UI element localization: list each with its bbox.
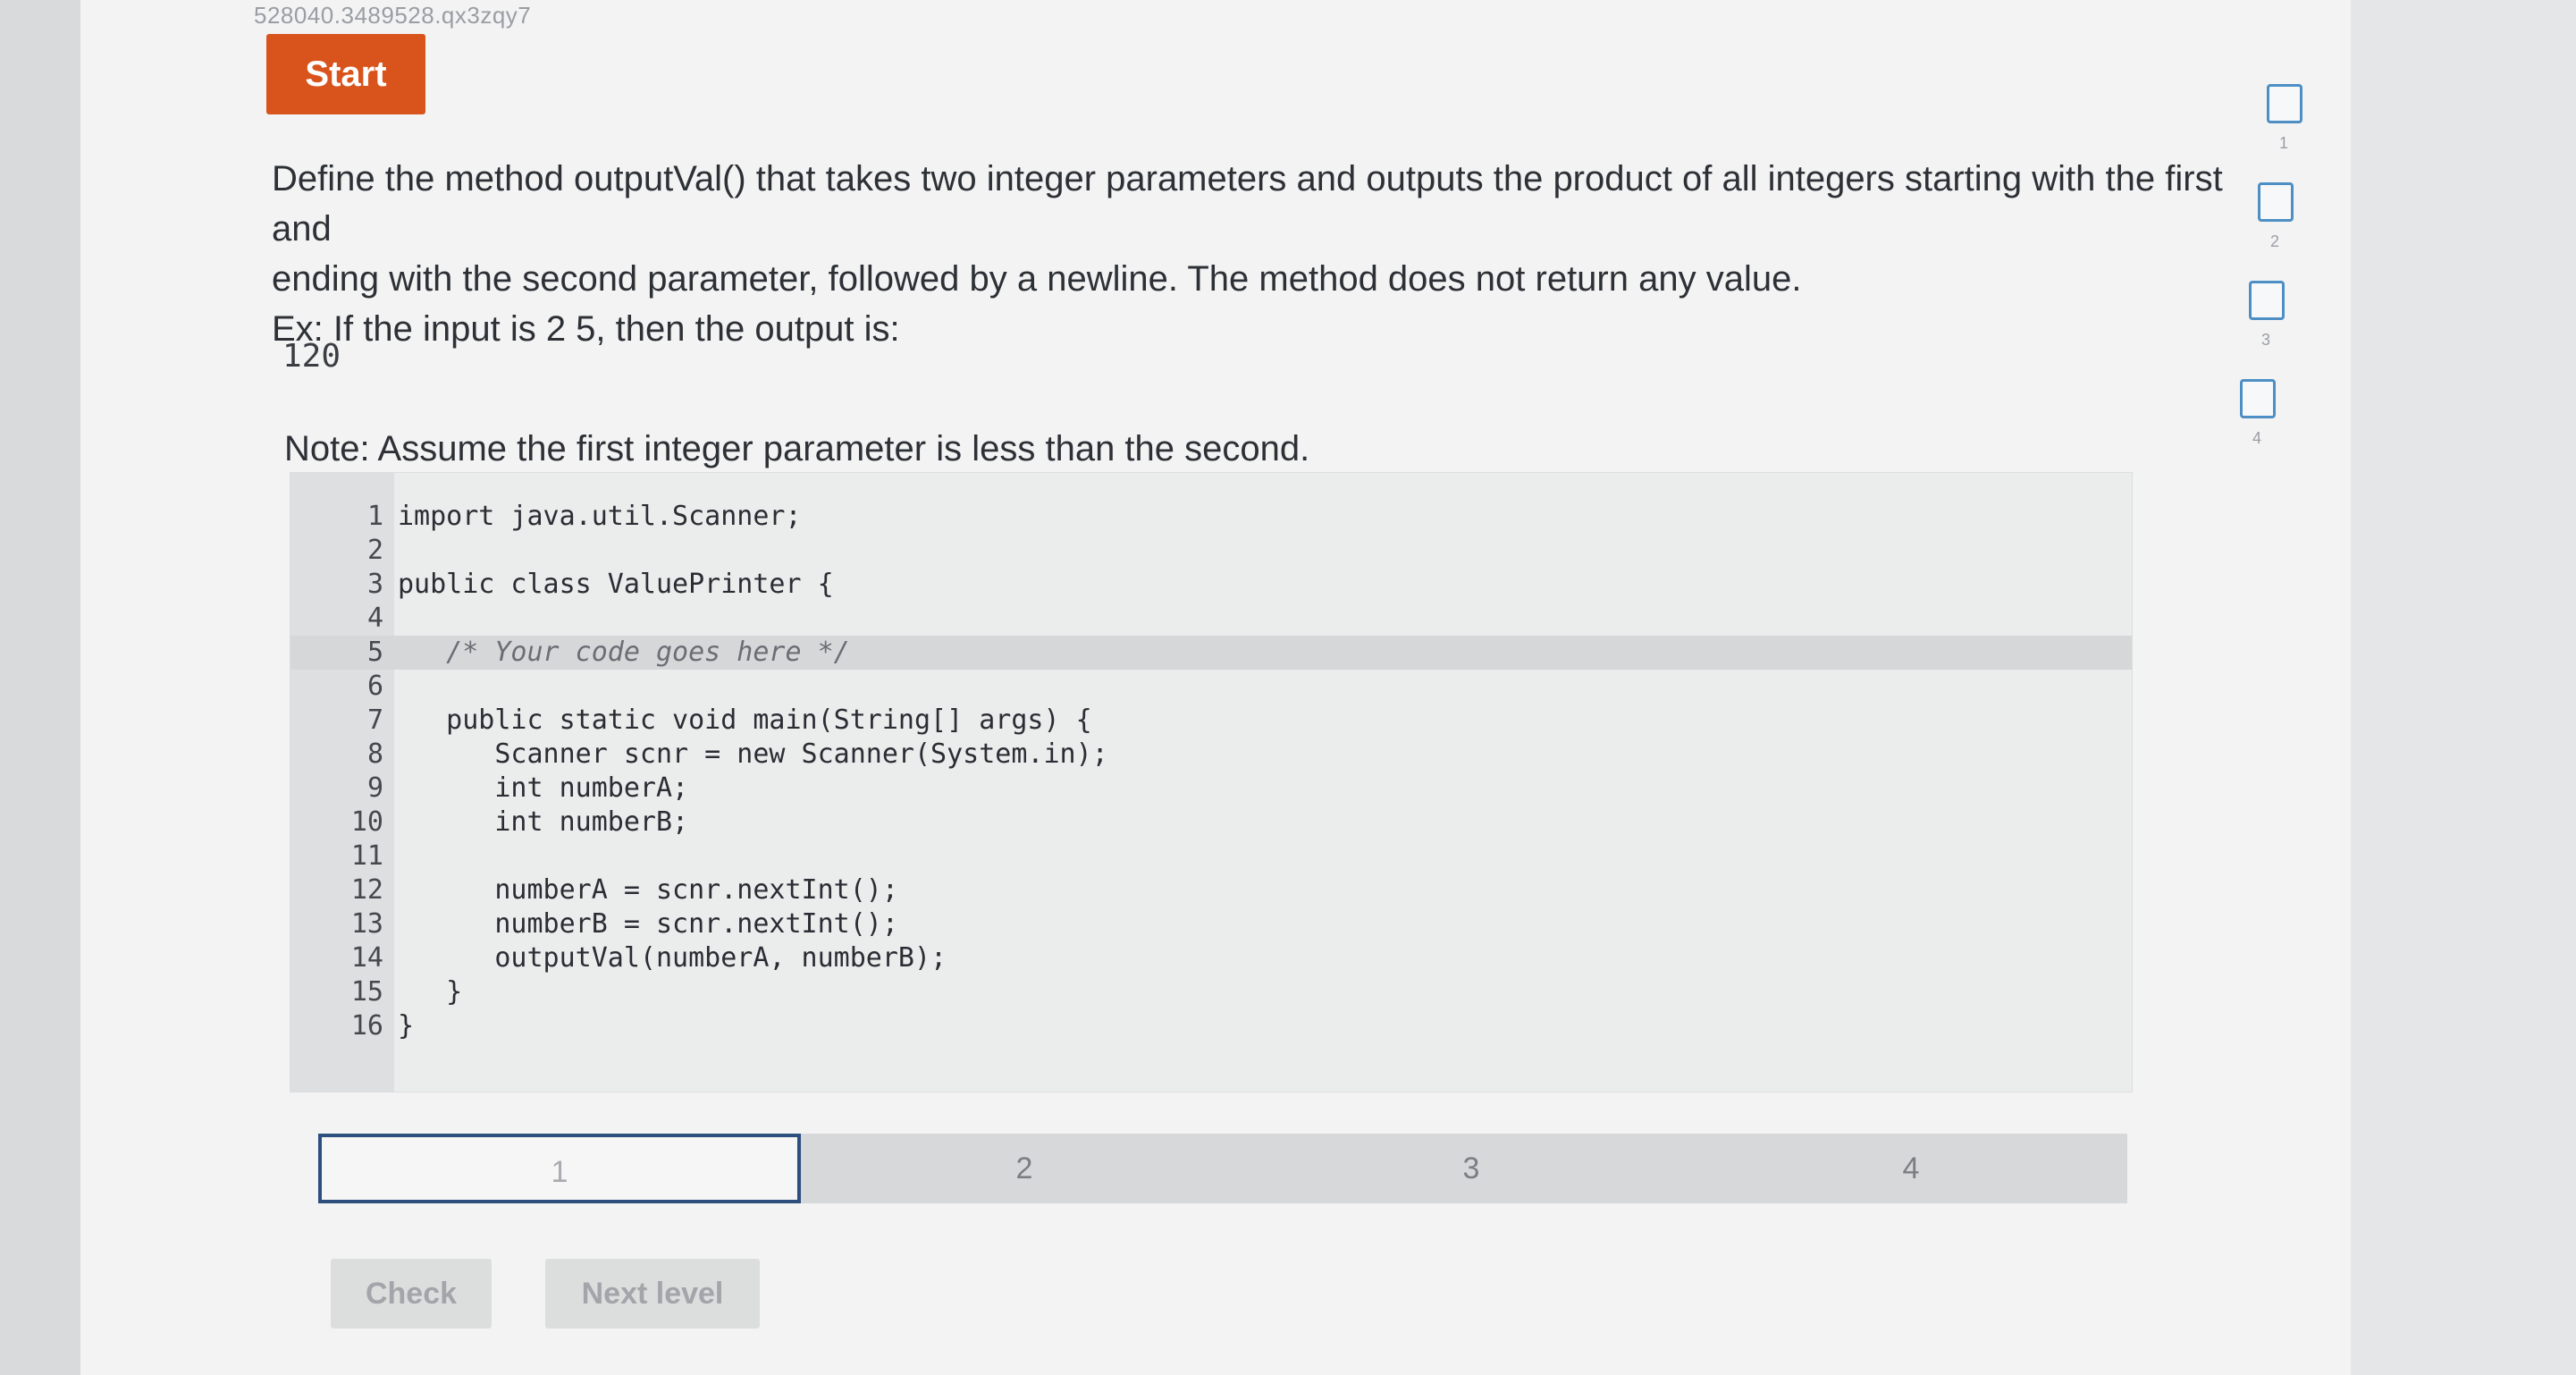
code-editor[interactable]: 1 import java.util.Scanner; 2 3 public class… (290, 472, 2133, 1092)
tab-level-1[interactable]: 1 (318, 1134, 801, 1203)
note-text: Note: Assume the first integer parameter… (284, 429, 1310, 468)
line-number: 4 (366, 603, 383, 634)
next-level-button[interactable]: Next level (545, 1259, 760, 1329)
progress-step-label: 1 (2279, 134, 2289, 152)
step-box-icon (2258, 182, 2294, 222)
prompt-line-2: ending with the second parameter, follow… (272, 259, 1802, 299)
example-output: 120 (282, 338, 341, 375)
line-number: 16 (350, 1010, 383, 1042)
line-number: 9 (366, 772, 383, 804)
code-text: Scanner scnr = new Scanner(System.in); (398, 738, 1108, 770)
code-line-7[interactable]: 7 public static void main(String[] args)… (290, 704, 2132, 738)
line-number: 11 (350, 840, 383, 872)
check-button[interactable]: Check (331, 1259, 492, 1329)
code-line-12[interactable]: 12 numberA = scnr.nextInt(); (290, 873, 2132, 907)
code-line-14[interactable]: 14 outputVal(numberA, numberB); (290, 941, 2132, 975)
code-line-11[interactable]: 11 (290, 839, 2132, 873)
line-number: 15 (350, 976, 383, 1008)
tab-level-3[interactable]: 3 (1248, 1134, 1695, 1203)
code-line-4[interactable]: 4 (290, 602, 2132, 636)
line-number: 5 (366, 637, 383, 668)
problem-statement: Define the method outputVal() that takes… (272, 154, 2238, 354)
level-tabs: 1 2 3 4 (318, 1134, 2127, 1203)
line-number: 10 (350, 806, 383, 838)
prompt-line-1: Define the method outputVal() that takes… (272, 159, 2223, 249)
progress-step-label: 2 (2270, 232, 2280, 250)
code-line-6[interactable]: 6 (290, 670, 2132, 704)
progress-step-4: 4 (2240, 379, 2279, 447)
code-text: } (398, 976, 463, 1008)
line-number: 3 (366, 569, 383, 600)
tab-level-4[interactable]: 4 (1695, 1134, 2127, 1203)
code-text: /* Your code goes here */ (398, 637, 850, 668)
code-line-16[interactable]: 16} (290, 1009, 2132, 1043)
line-number: 6 (366, 671, 383, 702)
progress-step-label: 3 (2261, 331, 2271, 349)
progress-step-1: 1 (2267, 84, 2306, 152)
progress-step-2: 2 (2258, 182, 2297, 250)
line-number: 8 (366, 738, 383, 770)
code-text: import java.util.Scanner; (398, 501, 802, 532)
code-text: public static void main(String[] args) { (398, 704, 1092, 736)
code-line-3[interactable]: 3 public class ValuePrinter { (290, 568, 2132, 602)
right-margin (2351, 0, 2576, 1375)
code-line-8[interactable]: 8 Scanner scnr = new Scanner(System.in); (290, 738, 2132, 772)
code-text: numberA = scnr.nextInt(); (398, 874, 898, 906)
progress-step-3: 3 (2249, 281, 2288, 349)
line-number: 12 (350, 874, 383, 906)
step-box-icon (2267, 84, 2302, 123)
prompt-line-3: Ex: If the input is 2 5, then the output… (272, 309, 900, 349)
line-number: 1 (366, 501, 383, 532)
step-box-icon (2240, 379, 2276, 418)
code-text: outputVal(numberA, numberB); (398, 942, 947, 974)
line-number: 7 (366, 704, 383, 736)
code-text: public class ValuePrinter { (398, 569, 834, 600)
step-box-icon (2249, 281, 2285, 320)
code-text: int numberA; (398, 772, 689, 804)
session-id: 528040.3489528.qx3zqy7 (254, 2, 532, 29)
code-line-2[interactable]: 2 (290, 534, 2132, 568)
code-text: } (398, 1010, 415, 1042)
line-number: 14 (350, 942, 383, 974)
code-line-15[interactable]: 15 } (290, 975, 2132, 1009)
code-line-10[interactable]: 10 int numberB; (290, 806, 2132, 839)
code-text: numberB = scnr.nextInt(); (398, 908, 898, 940)
tab-level-2[interactable]: 2 (801, 1134, 1248, 1203)
code-text: int numberB; (398, 806, 689, 838)
line-number: 2 (366, 535, 383, 566)
code-line-13[interactable]: 13 numberB = scnr.nextInt(); (290, 907, 2132, 941)
code-line-1[interactable]: 1 import java.util.Scanner; (290, 500, 2132, 534)
code-line-5[interactable]: 5 /* Your code goes here */ (290, 636, 2132, 670)
line-number: 13 (350, 908, 383, 940)
progress-step-label: 4 (2252, 429, 2262, 447)
start-button[interactable]: Start (266, 34, 425, 114)
code-line-9[interactable]: 9 int numberA; (290, 772, 2132, 806)
